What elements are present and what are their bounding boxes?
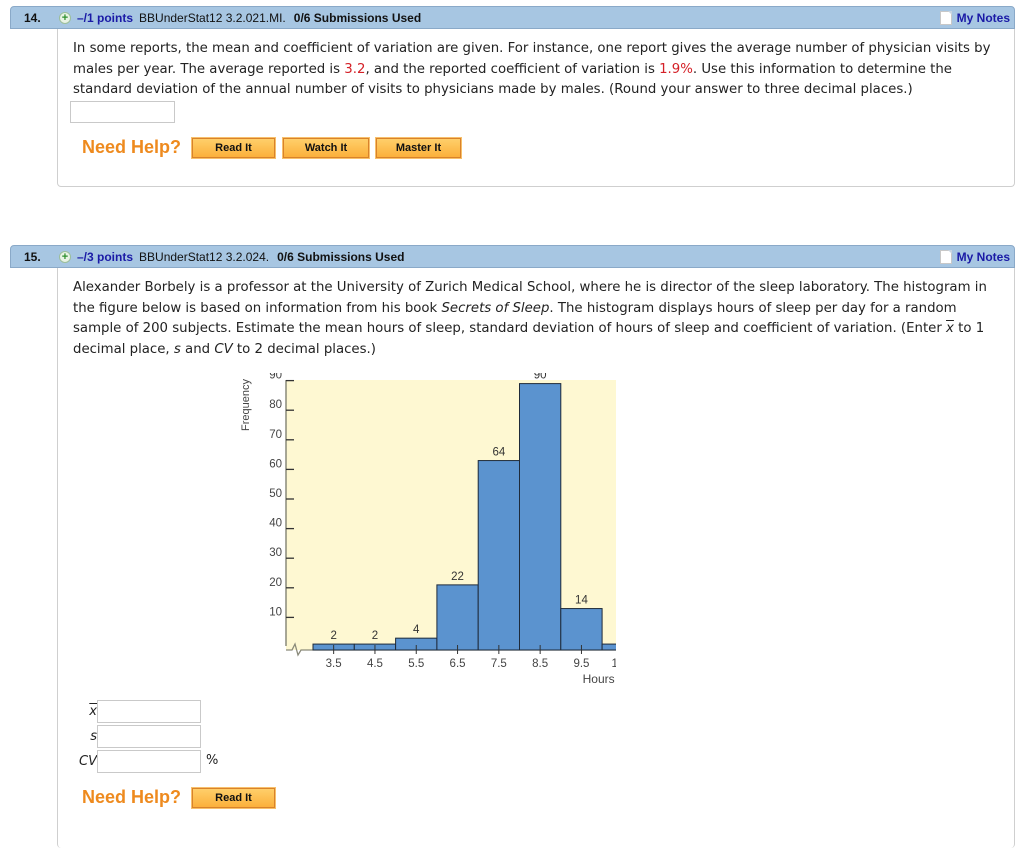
book-title: Secrets of Sleep bbox=[441, 300, 550, 316]
question-15-header: 15. + –/3 points BBUnderStat12 3.2.024. … bbox=[10, 245, 1015, 268]
y-tick-label: 40 bbox=[269, 518, 282, 530]
bar-data-label: 22 bbox=[451, 571, 464, 583]
y-tick-label: 20 bbox=[269, 577, 282, 589]
bar-data-label: 64 bbox=[492, 447, 505, 459]
question-code: BBUnderStat12 3.2.021.MI. bbox=[139, 10, 286, 25]
xbar-symbol: x bbox=[946, 321, 954, 336]
watch-it-button[interactable]: Watch It bbox=[282, 137, 370, 159]
my-notes-button[interactable]: My Notes bbox=[939, 249, 1010, 264]
text-part: , and the reported coefficient of variat… bbox=[365, 61, 660, 77]
question-14-header: 14. + –/1 points BBUnderStat12 3.2.021.M… bbox=[10, 6, 1015, 29]
text-part: and bbox=[180, 341, 215, 357]
sleep-histogram: 10 20 30 40 50 60 70 80 90 Frequency 2 3.5 2 4.5 4 5.5 2… bbox=[240, 373, 616, 686]
bar-data-label: 14 bbox=[575, 595, 588, 607]
bar-data-label: 4 bbox=[413, 624, 420, 636]
read-it-button[interactable]: Read It bbox=[191, 137, 276, 159]
expand-plus-icon[interactable]: + bbox=[59, 11, 71, 24]
std-dev-input[interactable] bbox=[97, 725, 201, 748]
y-tick-label: 30 bbox=[269, 547, 282, 559]
x-tick-label: 4.5 bbox=[367, 658, 383, 670]
x-tick-label: 8.5 bbox=[532, 658, 548, 670]
question-text: In some reports, the mean and coefficien… bbox=[73, 39, 1008, 101]
question-number: 15. bbox=[24, 249, 41, 264]
s-symbol: s bbox=[173, 341, 181, 357]
x-tick-label: 7.5 bbox=[491, 658, 507, 670]
bar-data-label: 2 bbox=[330, 630, 336, 642]
x-tick-label: 3.5 bbox=[326, 658, 342, 670]
expand-plus-icon[interactable]: + bbox=[59, 250, 71, 263]
x-tick-label: 6.5 bbox=[450, 658, 466, 670]
my-notes-button[interactable]: My Notes bbox=[939, 10, 1010, 25]
y-tick-label: 90 bbox=[269, 373, 282, 382]
submissions-used: 0/6 Submissions Used bbox=[293, 10, 422, 25]
std-dev-answer-input[interactable] bbox=[70, 101, 175, 123]
y-tick-label: 60 bbox=[269, 458, 282, 470]
histogram-bar bbox=[601, 643, 616, 651]
cv-input[interactable] bbox=[97, 750, 201, 773]
read-it-button[interactable]: Read It bbox=[191, 787, 276, 809]
bar-data-label: 2 bbox=[372, 630, 378, 642]
my-notes-label: My Notes bbox=[956, 249, 1010, 264]
histogram-bar bbox=[477, 460, 521, 651]
histogram-bar bbox=[560, 608, 603, 651]
percent-sign: % bbox=[206, 753, 219, 768]
histogram-bar bbox=[436, 584, 479, 651]
submissions-used: 0/6 Submissions Used bbox=[277, 249, 405, 264]
y-tick-label: 70 bbox=[269, 429, 282, 441]
histogram-bar bbox=[519, 383, 562, 651]
y-tick-label: 50 bbox=[269, 488, 282, 500]
mean-value: 3.2 bbox=[344, 61, 366, 77]
question-14-body: In some reports, the mean and coefficien… bbox=[57, 29, 1015, 187]
x-tick-label: 10.5 bbox=[612, 658, 616, 670]
note-icon bbox=[939, 10, 952, 25]
bar-data-label: 90 bbox=[534, 373, 547, 382]
note-icon bbox=[939, 249, 952, 264]
text-part: to 2 decimal places.) bbox=[232, 341, 376, 357]
xbar-label: x bbox=[89, 704, 97, 719]
y-axis-label: Frequency bbox=[240, 379, 252, 431]
points-link[interactable]: –/1 points bbox=[77, 11, 133, 25]
x-axis-label: Hours of sleep bbox=[583, 672, 616, 686]
cv-value: 1.9% bbox=[659, 61, 693, 77]
s-label: s bbox=[90, 729, 97, 744]
need-help-label: Need Help? bbox=[82, 787, 182, 807]
x-tick-label: 9.5 bbox=[573, 658, 589, 670]
mean-input[interactable] bbox=[97, 700, 201, 723]
question-code: BBUnderStat12 3.2.024. bbox=[139, 249, 270, 264]
question-15-body: Alexander Borbely is a professor at the … bbox=[57, 268, 1015, 848]
cv-label: CV bbox=[79, 754, 97, 769]
points-link[interactable]: –/3 points bbox=[77, 250, 133, 264]
y-tick-label: 10 bbox=[269, 606, 282, 618]
y-tick-label: 80 bbox=[269, 399, 282, 411]
question-number: 14. bbox=[24, 10, 41, 25]
master-it-button[interactable]: Master It bbox=[375, 137, 462, 159]
cv-symbol: CV bbox=[214, 341, 233, 357]
need-help-label: Need Help? bbox=[82, 137, 182, 157]
question-text: Alexander Borbely is a professor at the … bbox=[73, 278, 1008, 360]
my-notes-label: My Notes bbox=[956, 10, 1010, 25]
x-tick-label: 5.5 bbox=[408, 658, 424, 670]
